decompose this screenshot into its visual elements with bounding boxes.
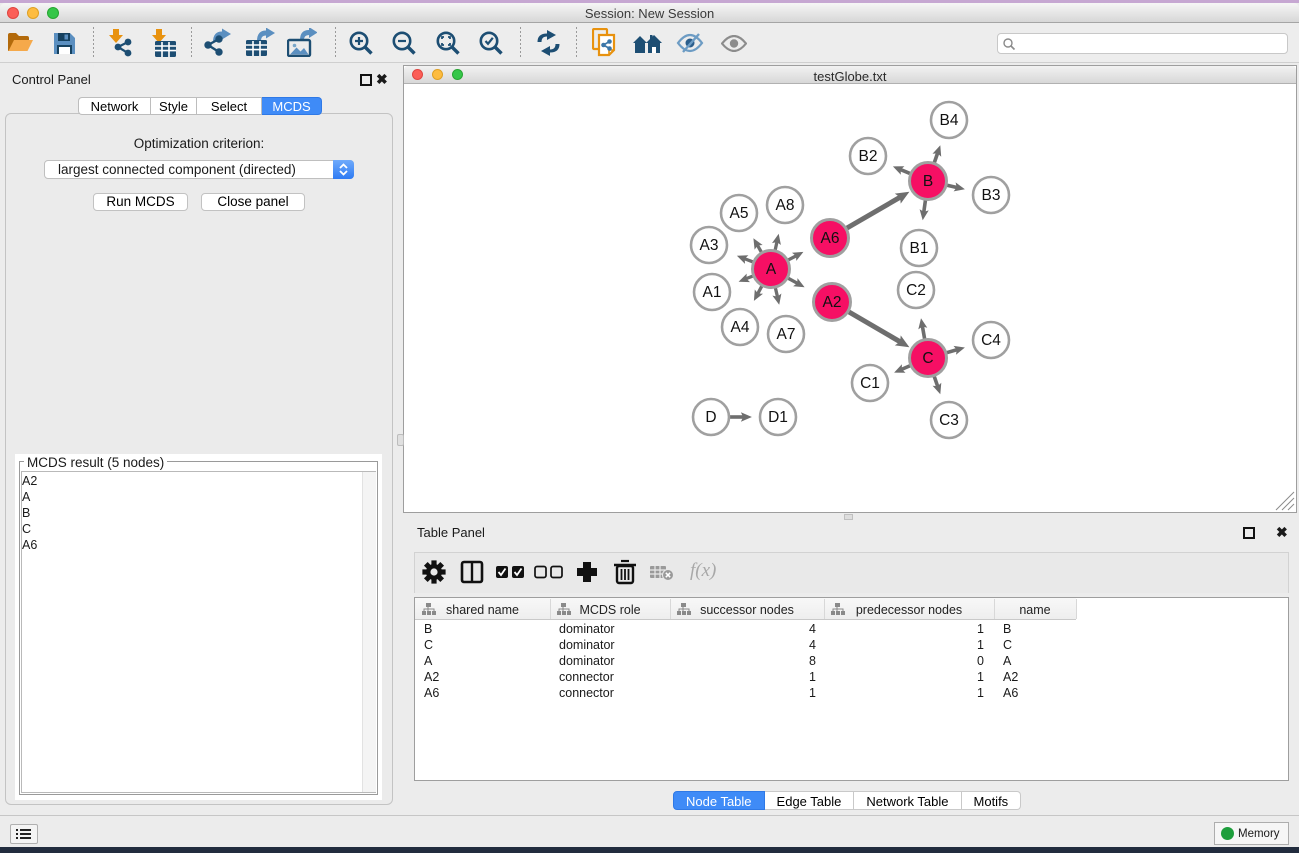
- svg-text:C1: C1: [860, 375, 880, 392]
- svg-text:A3: A3: [700, 237, 719, 254]
- svg-text:A8: A8: [776, 197, 795, 214]
- svg-text:C4: C4: [981, 332, 1001, 349]
- svg-text:C: C: [922, 350, 933, 367]
- svg-text:B3: B3: [982, 187, 1001, 204]
- svg-text:A4: A4: [731, 319, 750, 336]
- svg-text:A7: A7: [777, 326, 796, 343]
- svg-text:D: D: [705, 409, 716, 426]
- svg-text:B4: B4: [940, 112, 959, 129]
- svg-text:D1: D1: [768, 409, 788, 426]
- svg-text:A6: A6: [821, 230, 840, 247]
- svg-text:A2: A2: [823, 294, 842, 311]
- svg-text:A1: A1: [703, 284, 722, 301]
- svg-text:A5: A5: [730, 205, 749, 222]
- svg-text:C3: C3: [939, 412, 959, 429]
- svg-text:B: B: [923, 173, 933, 190]
- svg-text:B1: B1: [910, 240, 929, 257]
- svg-text:B2: B2: [859, 148, 878, 165]
- svg-text:C2: C2: [906, 282, 926, 299]
- svg-text:A: A: [766, 261, 777, 278]
